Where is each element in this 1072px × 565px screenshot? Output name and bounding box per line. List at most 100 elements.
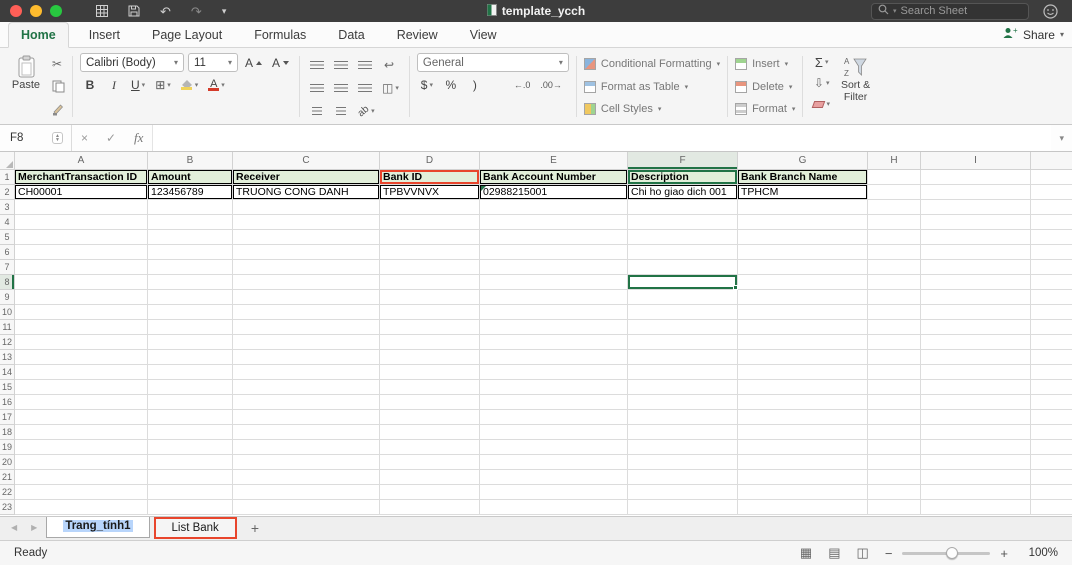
column-header-F[interactable]: F xyxy=(628,152,738,170)
align-bottom-button[interactable] xyxy=(355,56,375,74)
cell-F10[interactable] xyxy=(628,305,738,320)
formula-bar-expand-chevron[interactable]: ▾ xyxy=(1051,133,1072,144)
normal-view-icon[interactable]: ▦ xyxy=(800,545,812,561)
cut-button[interactable]: ✂ xyxy=(52,56,65,72)
fill-button[interactable]: ⇩▾ xyxy=(810,74,833,92)
cell-H1[interactable] xyxy=(868,170,921,185)
cell-B6[interactable] xyxy=(148,245,233,260)
cell-H13[interactable] xyxy=(868,350,921,365)
cell-F19[interactable] xyxy=(628,440,738,455)
cell-B12[interactable] xyxy=(148,335,233,350)
column-header-I[interactable]: I xyxy=(921,152,1031,170)
row-header-15[interactable]: 15 xyxy=(0,380,15,395)
align-top-button[interactable] xyxy=(307,56,327,74)
cell-D7[interactable] xyxy=(380,260,480,275)
cell-D11[interactable] xyxy=(380,320,480,335)
cell-D10[interactable] xyxy=(380,305,480,320)
cell-C8[interactable] xyxy=(233,275,380,290)
cell-D21[interactable] xyxy=(380,470,480,485)
cell-H8[interactable] xyxy=(868,275,921,290)
increase-font-size-button[interactable]: A xyxy=(242,54,265,72)
cell-B3[interactable] xyxy=(148,200,233,215)
redo-button[interactable]: ↷ xyxy=(191,5,202,18)
cell-G14[interactable] xyxy=(738,365,868,380)
sheet-nav-left-icon[interactable]: ◀ xyxy=(6,517,22,538)
cell-I7[interactable] xyxy=(921,260,1031,275)
cell-I6[interactable] xyxy=(921,245,1031,260)
cell-A7[interactable] xyxy=(15,260,148,275)
cell-B1[interactable]: Amount xyxy=(148,170,233,185)
cell-E18[interactable] xyxy=(480,425,628,440)
align-right-button[interactable] xyxy=(355,79,375,97)
cell-H21[interactable] xyxy=(868,470,921,485)
cell-E10[interactable] xyxy=(480,305,628,320)
cell-G18[interactable] xyxy=(738,425,868,440)
cell-D16[interactable] xyxy=(380,395,480,410)
cell-C20[interactable] xyxy=(233,455,380,470)
cell-E22[interactable] xyxy=(480,485,628,500)
row-header-2[interactable]: 2 xyxy=(0,185,15,200)
cell-G13[interactable] xyxy=(738,350,868,365)
cell-F3[interactable] xyxy=(628,200,738,215)
cell-F12[interactable] xyxy=(628,335,738,350)
cell-E4[interactable] xyxy=(480,215,628,230)
increase-indent-button[interactable] xyxy=(331,102,351,120)
fullscreen-window-button[interactable] xyxy=(50,5,62,17)
cell-I17[interactable] xyxy=(921,410,1031,425)
cell-D22[interactable] xyxy=(380,485,480,500)
tab-data[interactable]: Data xyxy=(326,23,376,47)
cell-I5[interactable] xyxy=(921,230,1031,245)
tab-insert[interactable]: Insert xyxy=(77,23,132,47)
cell-A6[interactable] xyxy=(15,245,148,260)
decrease-indent-button[interactable] xyxy=(307,102,327,120)
cell-G16[interactable] xyxy=(738,395,868,410)
row-header-20[interactable]: 20 xyxy=(0,455,15,470)
cell-H20[interactable] xyxy=(868,455,921,470)
search-box[interactable]: ▾ Search Sheet xyxy=(871,3,1029,20)
cell-I20[interactable] xyxy=(921,455,1031,470)
cell-H10[interactable] xyxy=(868,305,921,320)
accounting-format-button[interactable]: ) xyxy=(465,76,485,94)
row-header-19[interactable]: 19 xyxy=(0,440,15,455)
cell-C3[interactable] xyxy=(233,200,380,215)
cell-B17[interactable] xyxy=(148,410,233,425)
cell-I16[interactable] xyxy=(921,395,1031,410)
format-as-table-button[interactable]: Format as Table ▾ xyxy=(584,78,720,96)
zoom-in-button[interactable]: + xyxy=(1000,546,1008,561)
row-header-13[interactable]: 13 xyxy=(0,350,15,365)
cell-G15[interactable] xyxy=(738,380,868,395)
insert-function-button[interactable]: fx xyxy=(125,130,152,146)
delete-cells-button[interactable]: Delete ▾ xyxy=(735,78,795,96)
cell-H14[interactable] xyxy=(868,365,921,380)
cell-E14[interactable] xyxy=(480,365,628,380)
italic-button[interactable]: I xyxy=(104,76,124,94)
cell-C11[interactable] xyxy=(233,320,380,335)
paste-button[interactable]: Paste xyxy=(6,53,46,120)
clear-button[interactable]: ▾ xyxy=(810,95,833,113)
cell-A10[interactable] xyxy=(15,305,148,320)
tab-home[interactable]: Home xyxy=(8,22,69,48)
cell-B22[interactable] xyxy=(148,485,233,500)
cell-F7[interactable] xyxy=(628,260,738,275)
row-header-8[interactable]: 8 xyxy=(0,275,15,290)
font-color-button[interactable]: A ▾ xyxy=(205,76,228,94)
cell-B11[interactable] xyxy=(148,320,233,335)
cell-G12[interactable] xyxy=(738,335,868,350)
row-header-22[interactable]: 22 xyxy=(0,485,15,500)
sheet-nav-right-icon[interactable]: ▶ xyxy=(26,517,42,538)
cell-A12[interactable] xyxy=(15,335,148,350)
cell-E8[interactable] xyxy=(480,275,628,290)
row-header-1[interactable]: 1 xyxy=(0,170,15,185)
cell-B4[interactable] xyxy=(148,215,233,230)
cell-B5[interactable] xyxy=(148,230,233,245)
cell-C5[interactable] xyxy=(233,230,380,245)
cell-E1[interactable]: Bank Account Number xyxy=(480,170,628,185)
cell-E11[interactable] xyxy=(480,320,628,335)
cell-D14[interactable] xyxy=(380,365,480,380)
cell-I12[interactable] xyxy=(921,335,1031,350)
cell-D3[interactable] xyxy=(380,200,480,215)
cell-C14[interactable] xyxy=(233,365,380,380)
cell-I21[interactable] xyxy=(921,470,1031,485)
cell-D1[interactable]: Bank ID xyxy=(380,170,480,185)
minimize-window-button[interactable] xyxy=(30,5,42,17)
